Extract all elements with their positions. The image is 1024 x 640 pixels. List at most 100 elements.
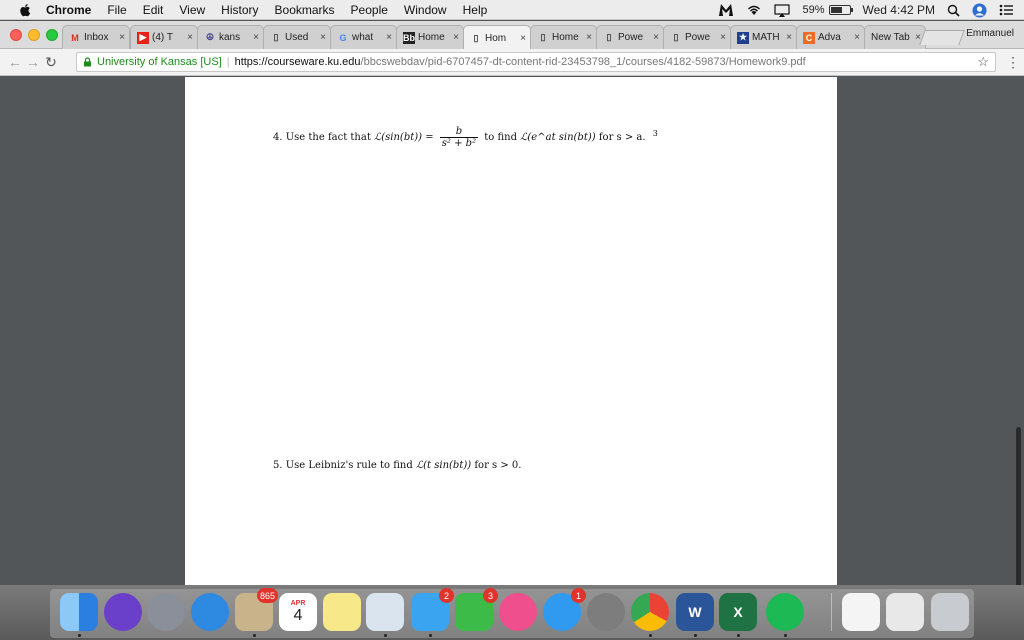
close-window-button[interactable] [10,29,22,41]
battery-level [830,7,842,13]
running-indicator [78,634,81,637]
zoom-window-button[interactable] [46,29,58,41]
notification-badge: 3 [483,588,498,603]
apple-icon[interactable] [18,3,32,17]
notification-badge: 1 [571,588,586,603]
menu-help[interactable]: Help [463,3,488,17]
tab-label: Inbox [84,32,109,43]
menu-people[interactable]: People [351,3,388,17]
notification-center-icon[interactable] [999,4,1014,16]
dock-divider [831,593,832,631]
site-identity[interactable]: University of Kansas [US] [97,56,222,68]
browser-tab[interactable]: ▯ Used × [263,25,331,49]
dock-finder-icon[interactable] [60,593,98,631]
dock-calendar-icon[interactable]: APR 4 [279,593,317,631]
menu-file[interactable]: File [107,3,126,17]
browser-tab[interactable]: ▯ Powe × [596,25,664,49]
pdf-viewer[interactable]: 4. Use the fact that ℒ(sin(bt)) = b s² +… [0,77,1024,585]
browser-tab[interactable]: M Inbox × [62,25,130,49]
close-tab-icon[interactable]: × [386,32,392,43]
dock-mail-icon[interactable]: 865 [235,588,278,631]
url-host: https://courseware.ku.edu [234,56,361,68]
close-tab-icon[interactable]: × [320,32,326,43]
menu-history[interactable]: History [221,3,258,17]
bookmark-star-icon[interactable]: ☆ [977,54,989,70]
dock-spotify-icon[interactable] [766,593,804,631]
browser-tab[interactable]: Gwhat × [330,25,397,49]
gmail-icon: M [71,32,79,43]
menu-view[interactable]: View [179,3,205,17]
malwarebytes-icon[interactable] [718,3,734,17]
close-tab-icon[interactable]: × [854,32,860,43]
tab-label: Home [552,32,579,43]
scrollbar[interactable] [1016,427,1021,585]
dock-chrome-icon[interactable] [631,593,669,631]
browser-tab[interactable]: ★ MATH × [730,25,797,49]
tab-label: Hom [485,32,507,44]
menu-window[interactable]: Window [404,3,447,17]
document-icon: ▯ [606,32,612,42]
dock-system-preferences-icon[interactable] [587,593,625,631]
dock-app-store-icon[interactable]: 1 [543,588,586,631]
laplace-target: ℒ(e^at sin(bt)) [520,132,596,143]
profile-button[interactable]: Emmanuel [966,28,1014,39]
browser-tab[interactable]: ☮ kans × [197,25,264,49]
running-indicator [694,634,697,637]
wifi-icon[interactable] [746,4,762,16]
minimize-window-button[interactable] [28,29,40,41]
dock-notes-icon[interactable] [323,593,361,631]
dock-itunes-icon[interactable] [499,593,537,631]
browser-tab[interactable]: ▯ Home × [530,25,597,49]
omnibox-separator: | [226,56,230,68]
bb-icon: Bb [403,31,415,44]
address-bar[interactable]: University of Kansas [US] | https://cour… [76,52,996,72]
close-tab-icon[interactable]: × [786,32,792,43]
tab-label: what [352,32,374,43]
dock-document-icon[interactable] [842,593,880,631]
dock-trash-icon[interactable] [931,593,969,631]
battery-status[interactable]: 59% [802,4,853,16]
running-indicator [253,634,256,637]
dock-excel-document-icon[interactable] [886,593,924,631]
spotlight-search-icon[interactable] [947,4,960,17]
url-path: /bbcswebdav/pid-6707457-dt-content-rid-2… [360,56,806,68]
close-tab-icon[interactable]: × [720,32,726,43]
browser-tab[interactable]: ▯ Powe × [663,25,731,49]
problem-text: Use the fact that [285,132,371,143]
dock-messages-icon[interactable]: 2 [411,588,454,631]
close-tab-icon[interactable]: × [187,32,193,43]
dock-safari-icon[interactable] [191,593,229,631]
browser-tab[interactable]: New Tab × [864,25,926,49]
dock-facetime-icon[interactable]: 3 [455,588,498,631]
dock-siri-icon[interactable] [104,593,142,631]
airplay-icon[interactable] [774,3,791,17]
close-tab-icon[interactable]: × [453,32,459,43]
user-avatar-icon[interactable] [972,3,987,18]
peace-icon: ☮ [205,32,215,42]
menu-bookmarks[interactable]: Bookmarks [275,3,335,17]
fraction: b s² + b² [439,126,479,149]
close-tab-icon[interactable]: × [253,32,259,43]
forward-arrow-icon[interactable]: → [24,54,42,70]
menu-app-name[interactable]: Chrome [46,3,91,17]
browser-tab[interactable]: Bb Home × [396,25,464,49]
close-tab-icon[interactable]: × [119,32,125,43]
dock-excel-icon[interactable]: X [719,593,757,631]
browser-tab[interactable]: C Adva × [796,25,865,49]
reload-icon[interactable]: ↻ [42,54,60,71]
problem-number: 5. [273,460,283,471]
close-tab-icon[interactable]: × [653,32,659,43]
close-tab-icon[interactable]: × [520,33,526,44]
dock-preview-icon[interactable] [366,593,404,631]
dock-word-icon[interactable]: W [676,593,714,631]
back-arrow-icon[interactable]: ← [6,54,24,70]
fraction-numerator: b [439,126,479,138]
new-tab-button[interactable] [919,30,965,45]
close-tab-icon[interactable]: × [586,32,592,43]
clock[interactable]: Wed 4:42 PM [863,3,935,17]
browser-tab[interactable]: ▶ (4) T × [130,25,198,49]
chrome-menu-icon[interactable]: ⋮ [1006,54,1020,71]
browser-tab[interactable]: ▯ Hom × [463,25,531,50]
menu-edit[interactable]: Edit [143,3,164,17]
dock-launchpad-icon[interactable] [147,593,185,631]
